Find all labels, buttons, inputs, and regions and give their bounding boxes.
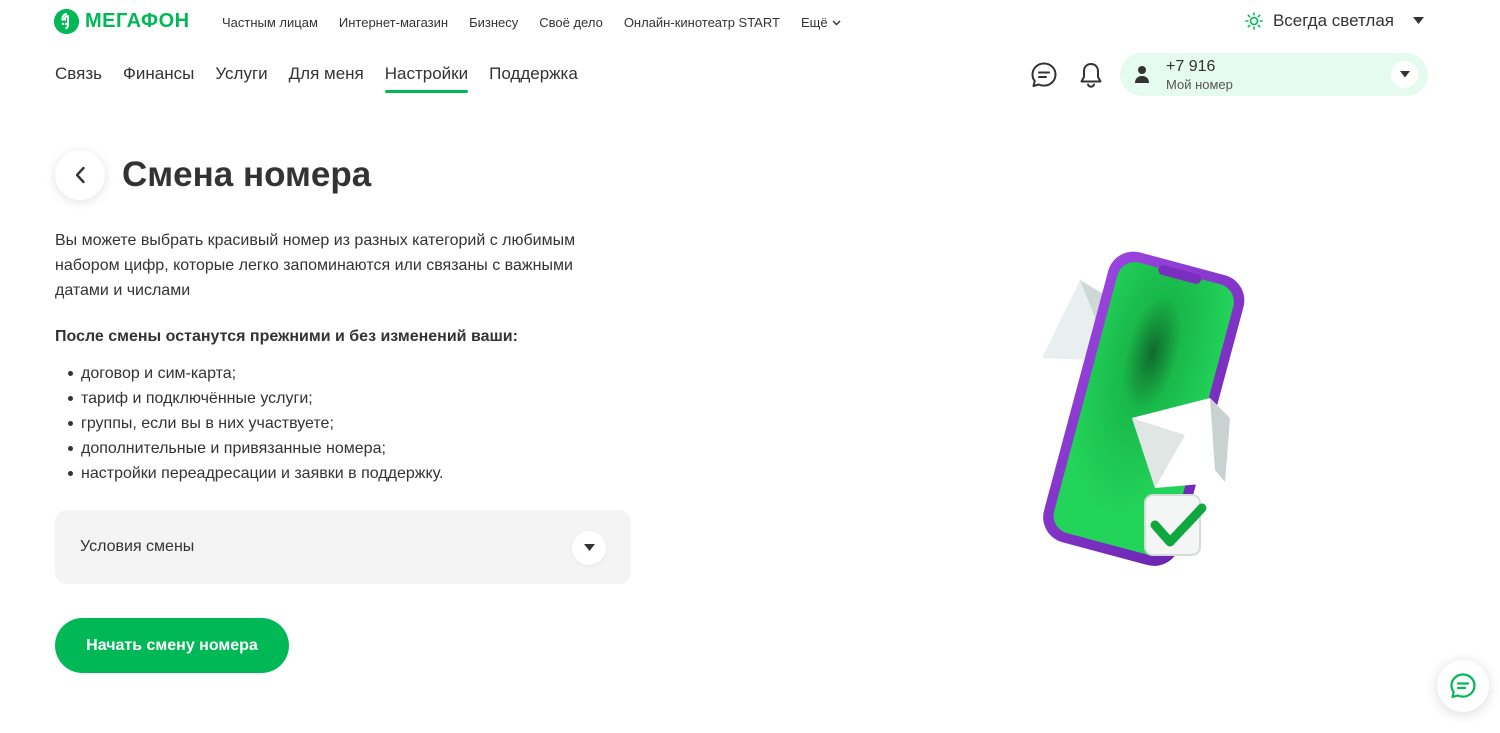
intro-text: Вы можете выбрать красивый номер из разн… <box>55 232 576 299</box>
caret-down-icon <box>1399 71 1410 78</box>
bell-icon <box>1080 63 1102 88</box>
account-switcher[interactable]: +7 916 Мой номер <box>1120 53 1428 96</box>
main-nav: Связь Финансы Услуги Для меня Настройки … <box>55 64 578 93</box>
nav-item-services[interactable]: Услуги <box>215 64 267 93</box>
notifications-button[interactable] <box>1074 58 1108 92</box>
megafon-logo[interactable]: МЕГАФОН <box>54 9 190 34</box>
start-number-change-button[interactable]: Начать смену номера <box>55 618 289 673</box>
nav-item-finance[interactable]: Финансы <box>123 64 194 93</box>
top-link-private[interactable]: Частным лицам <box>222 15 318 30</box>
accordion-toggle[interactable] <box>572 531 606 565</box>
accordion-label: Условия смены <box>80 538 195 555</box>
list-item: договор и сим-карта; <box>55 361 443 386</box>
sun-icon <box>1245 12 1263 30</box>
nav-item-for-me[interactable]: Для меня <box>289 64 364 93</box>
back-button[interactable] <box>55 150 105 200</box>
top-links: Частным лицам Интернет-магазин Бизнесу С… <box>222 15 841 30</box>
list-item: тариф и подключённые услуги; <box>55 386 443 411</box>
top-link-business[interactable]: Бизнесу <box>469 15 518 30</box>
keep-list: договор и сим-карта; тариф и подключённы… <box>55 361 443 486</box>
chevron-left-icon <box>75 166 85 184</box>
theme-label: Всегда светлая <box>1272 11 1394 30</box>
caret-down-icon[interactable] <box>1413 17 1424 25</box>
phone-illustration <box>1042 251 1245 566</box>
chat-icon <box>1031 62 1057 87</box>
chat-button[interactable] <box>1027 58 1061 92</box>
top-link-start[interactable]: Онлайн-кинотеатр START <box>624 15 780 30</box>
nav-item-support[interactable]: Поддержка <box>489 64 578 93</box>
page-title: Смена номера <box>122 155 372 194</box>
megafon-logo-icon <box>54 9 79 34</box>
theme-switcher[interactable]: Всегда светлая <box>1245 11 1394 31</box>
top-bar: МЕГАФОН Частным лицам Интернет-магазин Б… <box>0 0 1500 46</box>
top-more-menu[interactable]: Ещё <box>801 15 841 30</box>
chat-icon <box>1450 673 1476 699</box>
nav-item-settings[interactable]: Настройки <box>384 64 469 93</box>
top-more-label: Ещё <box>800 15 828 30</box>
list-item: настройки переадресации и заявки в подде… <box>55 461 443 486</box>
top-link-own-business[interactable]: Своё дело <box>539 15 603 30</box>
nav-item-svyaz[interactable]: Связь <box>55 64 102 93</box>
list-item: группы, если вы в них участвуете; <box>55 411 443 436</box>
top-link-shop[interactable]: Интернет-магазин <box>339 15 448 30</box>
keep-title: После смены останутся прежними и без изм… <box>55 328 518 345</box>
conditions-accordion[interactable]: Условия смены <box>55 510 631 584</box>
caret-down-icon <box>583 544 595 551</box>
megafon-logo-text: МЕГАФОН <box>85 10 190 32</box>
account-dropdown-button[interactable] <box>1391 61 1418 88</box>
account-sublabel: Мой номер <box>1166 77 1233 92</box>
list-item: дополнительные и привязанные номера; <box>55 436 443 461</box>
floating-chat-button[interactable] <box>1437 660 1489 712</box>
account-phone: +7 916 <box>1166 58 1216 75</box>
chevron-down-icon <box>832 20 841 25</box>
user-icon <box>1135 66 1149 83</box>
